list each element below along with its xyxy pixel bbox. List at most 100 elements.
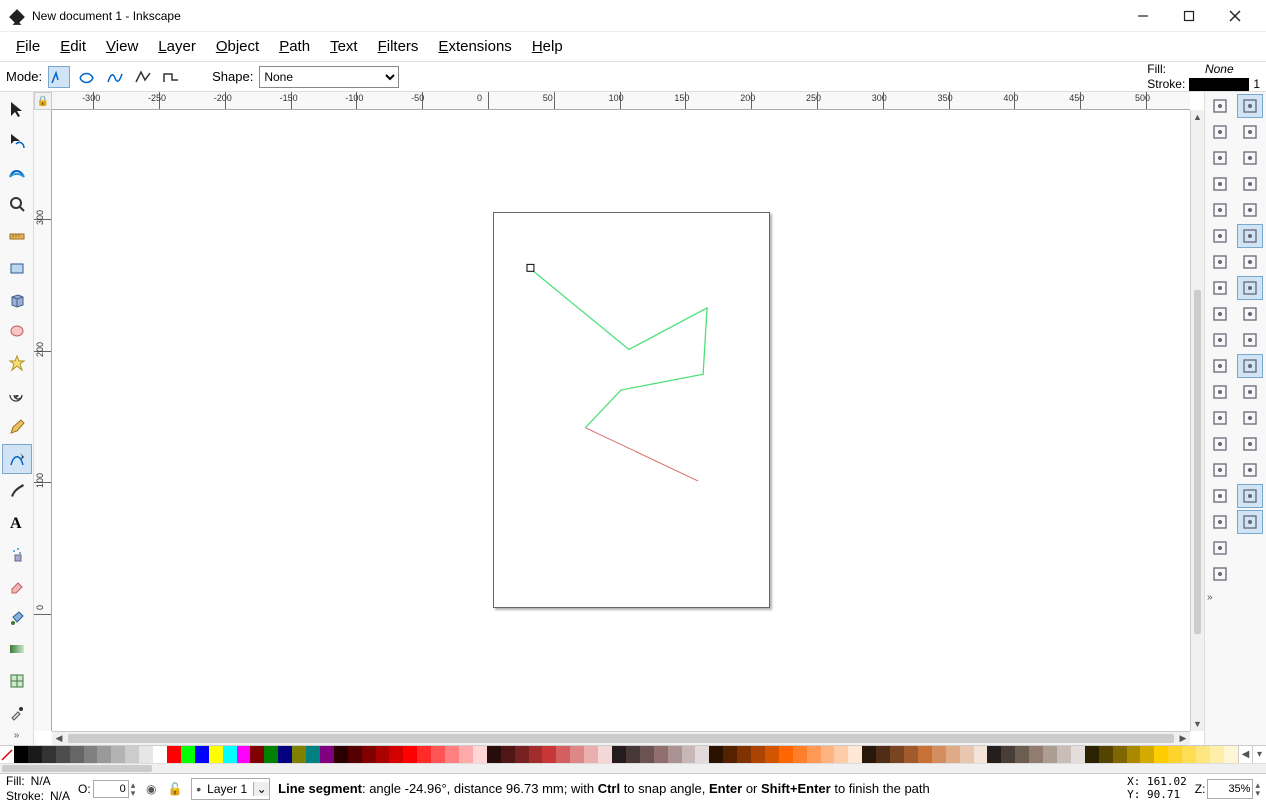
palette-swatch[interactable] xyxy=(1168,746,1182,763)
palette-swatch[interactable] xyxy=(195,746,209,763)
palette-swatch[interactable] xyxy=(167,746,181,763)
palette-swatch[interactable] xyxy=(751,746,765,763)
scroll-up-icon[interactable]: ▲ xyxy=(1191,110,1204,124)
snap-bbox-edge-button[interactable] xyxy=(1237,146,1263,170)
menu-view[interactable]: View xyxy=(96,34,148,59)
new-doc-button[interactable] xyxy=(1207,94,1233,118)
snap-bbox-corner-button[interactable] xyxy=(1237,172,1263,196)
palette-swatch[interactable] xyxy=(974,746,988,763)
palette-swatch[interactable] xyxy=(1224,746,1238,763)
palette-swatch[interactable] xyxy=(946,746,960,763)
ungroup-button[interactable] xyxy=(1207,562,1233,586)
horizontal-scrollbar[interactable]: ◀ ▶ xyxy=(52,731,1190,745)
open-doc-button[interactable] xyxy=(1207,120,1233,144)
box3d-tool[interactable] xyxy=(2,285,32,315)
save-doc-button[interactable] xyxy=(1207,146,1233,170)
palette-swatch[interactable] xyxy=(70,746,84,763)
unlink-clone-button[interactable] xyxy=(1207,510,1233,534)
menu-file[interactable]: File xyxy=(6,34,50,59)
palette-swatch[interactable] xyxy=(598,746,612,763)
canvas[interactable] xyxy=(52,110,1190,731)
status-opacity-input[interactable] xyxy=(93,780,129,798)
palette-swatch[interactable] xyxy=(376,746,390,763)
palette-swatch[interactable] xyxy=(1085,746,1099,763)
menu-extensions[interactable]: Extensions xyxy=(428,34,521,59)
palette-swatch[interactable] xyxy=(306,746,320,763)
snap-bbox-mid-button[interactable] xyxy=(1237,198,1263,222)
rectangle-tool[interactable] xyxy=(2,253,32,283)
palette-swatch[interactable] xyxy=(153,746,167,763)
group-button[interactable] xyxy=(1207,536,1233,560)
node-tool[interactable] xyxy=(2,126,32,156)
palette-swatch[interactable] xyxy=(834,746,848,763)
bucket-tool[interactable] xyxy=(2,603,32,633)
vertical-scrollbar-thumb[interactable] xyxy=(1194,290,1201,634)
menu-path[interactable]: Path xyxy=(269,34,320,59)
mode-paraxial-button[interactable] xyxy=(160,66,182,88)
layer-lock-icon[interactable]: 🔓 xyxy=(167,781,183,797)
copy-button[interactable] xyxy=(1207,302,1233,326)
palette-swatch[interactable] xyxy=(97,746,111,763)
snap-intersections-button[interactable] xyxy=(1237,276,1263,300)
commands-overflow-icon[interactable]: » xyxy=(1207,592,1264,603)
palette-swatch[interactable] xyxy=(42,746,56,763)
palette-swatch[interactable] xyxy=(139,746,153,763)
cms-toggle-button[interactable] xyxy=(1190,731,1204,745)
text-tool[interactable]: A xyxy=(2,507,32,537)
zoom-page-button[interactable] xyxy=(1207,432,1233,456)
duplicate-button[interactable] xyxy=(1207,458,1233,482)
palette-swatch[interactable] xyxy=(209,746,223,763)
menu-help[interactable]: Help xyxy=(522,34,573,59)
clone-button[interactable] xyxy=(1207,484,1233,508)
palette-swatch[interactable] xyxy=(709,746,723,763)
snap-grid-button[interactable] xyxy=(1237,484,1263,508)
palette-swatch[interactable] xyxy=(334,746,348,763)
palette-swatch[interactable] xyxy=(1001,746,1015,763)
stroke-indicator-swatch[interactable] xyxy=(1189,78,1249,91)
palette-swatch[interactable] xyxy=(403,746,417,763)
palette-swatch[interactable] xyxy=(765,746,779,763)
measure-tool[interactable] xyxy=(2,221,32,251)
menu-text[interactable]: Text xyxy=(320,34,368,59)
palette-swatch[interactable] xyxy=(987,746,1001,763)
snap-nodes-button[interactable] xyxy=(1237,224,1263,248)
print-doc-button[interactable] xyxy=(1207,172,1233,196)
palette-menu-icon[interactable]: ▾ xyxy=(1252,746,1266,763)
palette-swatch[interactable] xyxy=(250,746,264,763)
palette-swatch[interactable] xyxy=(1043,746,1057,763)
palette-swatch[interactable] xyxy=(237,746,251,763)
palette-swatch[interactable] xyxy=(737,746,751,763)
palette-scroll-left-icon[interactable]: ◀ xyxy=(1238,746,1252,763)
dropper-tool[interactable] xyxy=(2,698,32,728)
undo-button[interactable] xyxy=(1207,250,1233,274)
palette-swatch[interactable] xyxy=(626,746,640,763)
snap-paths-button[interactable] xyxy=(1237,250,1263,274)
status-zoom-input[interactable] xyxy=(1207,779,1253,799)
spinner-icon[interactable]: ▴▾ xyxy=(1255,781,1260,797)
palette-swatch[interactable] xyxy=(848,746,862,763)
palette-swatch[interactable] xyxy=(111,746,125,763)
maximize-button[interactable] xyxy=(1166,1,1212,31)
palette-swatch[interactable] xyxy=(1071,746,1085,763)
palette-swatch[interactable] xyxy=(473,746,487,763)
palette-swatch[interactable] xyxy=(1127,746,1141,763)
cut-button[interactable] xyxy=(1207,328,1233,352)
shape-select[interactable]: None xyxy=(259,66,399,88)
snap-bbox-button[interactable] xyxy=(1237,120,1263,144)
palette-swatch[interactable] xyxy=(348,746,362,763)
palette-swatch[interactable] xyxy=(389,746,403,763)
palette-swatch[interactable] xyxy=(612,746,626,763)
palette-swatch[interactable] xyxy=(1154,746,1168,763)
snap-smooth-button[interactable] xyxy=(1237,328,1263,352)
spray-tool[interactable] xyxy=(2,539,32,569)
status-stroke-value[interactable]: N/A xyxy=(50,789,70,803)
mesh-tool[interactable] xyxy=(2,666,32,696)
palette-swatch[interactable] xyxy=(542,746,556,763)
palette-swatch[interactable] xyxy=(640,746,654,763)
palette-swatch[interactable] xyxy=(1029,746,1043,763)
chevron-down-icon[interactable]: ⌄ xyxy=(253,782,269,796)
palette-swatch[interactable] xyxy=(417,746,431,763)
layer-selector[interactable]: • Layer 1 ⌄ xyxy=(191,778,270,800)
palette-swatch[interactable] xyxy=(779,746,793,763)
palette-swatch[interactable] xyxy=(501,746,515,763)
